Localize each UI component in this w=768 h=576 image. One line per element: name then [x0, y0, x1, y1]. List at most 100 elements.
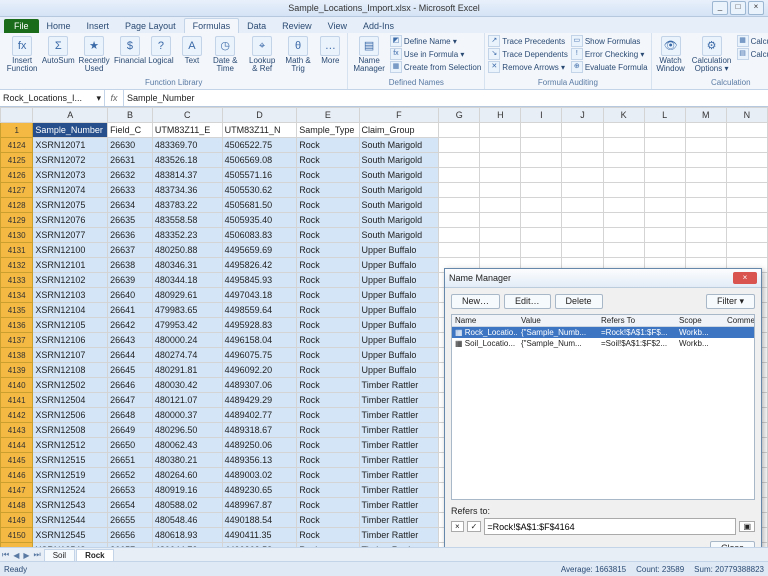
cell[interactable] [644, 243, 685, 258]
cell[interactable] [562, 228, 603, 243]
cell[interactable] [480, 228, 521, 243]
collapse-dialog-icon[interactable]: ▣ [739, 521, 755, 532]
cell[interactable]: Upper Buffalo [359, 243, 439, 258]
cell[interactable]: Rock [297, 303, 359, 318]
cell[interactable]: Rock [297, 318, 359, 333]
cell[interactable]: XSRN12502 [33, 378, 108, 393]
cell[interactable]: 26642 [108, 318, 153, 333]
cell[interactable]: 26631 [108, 153, 153, 168]
row-header[interactable]: 4147 [1, 483, 33, 498]
cell[interactable]: XSRN12524 [33, 483, 108, 498]
cell[interactable]: 480929.61 [152, 288, 222, 303]
cell[interactable]: XSRN12508 [33, 423, 108, 438]
cell[interactable] [603, 168, 644, 183]
cell[interactable]: South Marigold [359, 183, 439, 198]
autosum-button[interactable]: ΣAutoSum [44, 35, 72, 66]
cell[interactable]: Upper Buffalo [359, 273, 439, 288]
logical-button[interactable]: ?Logical [147, 35, 175, 66]
cell[interactable]: 4505571.16 [222, 168, 297, 183]
cell[interactable]: Rock [297, 408, 359, 423]
cell[interactable] [439, 243, 480, 258]
close-icon[interactable]: × [748, 1, 764, 15]
tab-review[interactable]: Review [274, 19, 320, 33]
row-header[interactable]: 4124 [1, 138, 33, 153]
accept-ref-icon[interactable]: ✓ [467, 521, 482, 532]
cell[interactable]: XSRN12107 [33, 348, 108, 363]
row-header[interactable]: 4130 [1, 228, 33, 243]
trace-dependents-button[interactable]: ↘Trace Dependents [488, 48, 568, 60]
formula-bar[interactable]: Sample_Number [124, 90, 768, 106]
row-header[interactable]: 4135 [1, 303, 33, 318]
cell[interactable] [480, 183, 521, 198]
lookup-button[interactable]: ⌖Lookup & Ref [244, 35, 279, 74]
cell[interactable]: 26651 [108, 453, 153, 468]
cell[interactable] [644, 198, 685, 213]
cell[interactable] [685, 138, 726, 153]
cell[interactable] [521, 228, 562, 243]
cell[interactable] [521, 123, 562, 138]
cell[interactable]: 4489402.77 [222, 408, 297, 423]
cell[interactable]: XSRN12504 [33, 393, 108, 408]
cell[interactable]: 4495826.42 [222, 258, 297, 273]
cell[interactable] [644, 183, 685, 198]
row-header[interactable]: 4144 [1, 438, 33, 453]
cell[interactable]: XSRN12101 [33, 258, 108, 273]
cell[interactable] [644, 123, 685, 138]
dialog-close-icon[interactable]: × [733, 272, 757, 284]
cell[interactable]: XSRN12102 [33, 273, 108, 288]
cell[interactable] [685, 243, 726, 258]
cell[interactable] [562, 213, 603, 228]
cell[interactable]: Rock [297, 288, 359, 303]
name-row[interactable]: ▦ Rock_Locatio...{"Sample_Numb...=Rock!$… [452, 327, 754, 338]
cell[interactable] [603, 228, 644, 243]
sheet-nav-last-icon[interactable]: ⏭ [32, 550, 43, 560]
row-header[interactable]: 4139 [1, 363, 33, 378]
cell[interactable]: 480296.50 [152, 423, 222, 438]
cell[interactable]: Upper Buffalo [359, 333, 439, 348]
cell[interactable]: 4489250.06 [222, 438, 297, 453]
watch-window-button[interactable]: 👁Watch Window [655, 35, 687, 74]
cell[interactable]: Rock [297, 168, 359, 183]
cell[interactable]: XSRN12106 [33, 333, 108, 348]
cell[interactable] [726, 243, 767, 258]
row-header[interactable]: 4128 [1, 198, 33, 213]
row-header[interactable]: 4138 [1, 348, 33, 363]
cell[interactable]: Timber Rattler [359, 528, 439, 543]
col-header[interactable]: G [439, 108, 480, 123]
cell[interactable]: 4489003.02 [222, 468, 297, 483]
cell[interactable] [603, 123, 644, 138]
col-header[interactable]: M [685, 108, 726, 123]
cell[interactable] [603, 243, 644, 258]
tab-formulas[interactable]: Formulas [184, 18, 240, 33]
cell[interactable]: 4505681.50 [222, 198, 297, 213]
cell[interactable]: 26644 [108, 348, 153, 363]
cell[interactable] [562, 243, 603, 258]
cell[interactable]: 480250.88 [152, 243, 222, 258]
col-header[interactable]: H [480, 108, 521, 123]
row-header[interactable]: 4136 [1, 318, 33, 333]
cell[interactable]: 480588.02 [152, 498, 222, 513]
cell[interactable]: XSRN12073 [33, 168, 108, 183]
cell[interactable]: XSRN12512 [33, 438, 108, 453]
cell[interactable]: 479983.65 [152, 303, 222, 318]
cell[interactable] [562, 123, 603, 138]
row-header[interactable]: 4146 [1, 468, 33, 483]
cell[interactable]: 4506522.75 [222, 138, 297, 153]
cell[interactable]: 480062.43 [152, 438, 222, 453]
col-header[interactable]: K [603, 108, 644, 123]
cell[interactable] [603, 153, 644, 168]
name-row[interactable]: ▦ Soil_Locatio...{"Sample_Num...=Soil!$A… [452, 338, 754, 349]
row-header[interactable]: 4134 [1, 288, 33, 303]
cell[interactable]: XSRN12077 [33, 228, 108, 243]
cell[interactable]: XSRN12075 [33, 198, 108, 213]
row-header[interactable]: 4148 [1, 498, 33, 513]
col-header[interactable]: C [152, 108, 222, 123]
cell[interactable] [562, 198, 603, 213]
cell[interactable]: 26653 [108, 483, 153, 498]
cell[interactable]: South Marigold [359, 168, 439, 183]
cell[interactable]: 26633 [108, 183, 153, 198]
cell[interactable]: Claim_Group [359, 123, 439, 138]
refers-to-input[interactable] [484, 518, 736, 535]
cell[interactable]: XSRN12543 [33, 498, 108, 513]
col-header[interactable]: E [297, 108, 359, 123]
